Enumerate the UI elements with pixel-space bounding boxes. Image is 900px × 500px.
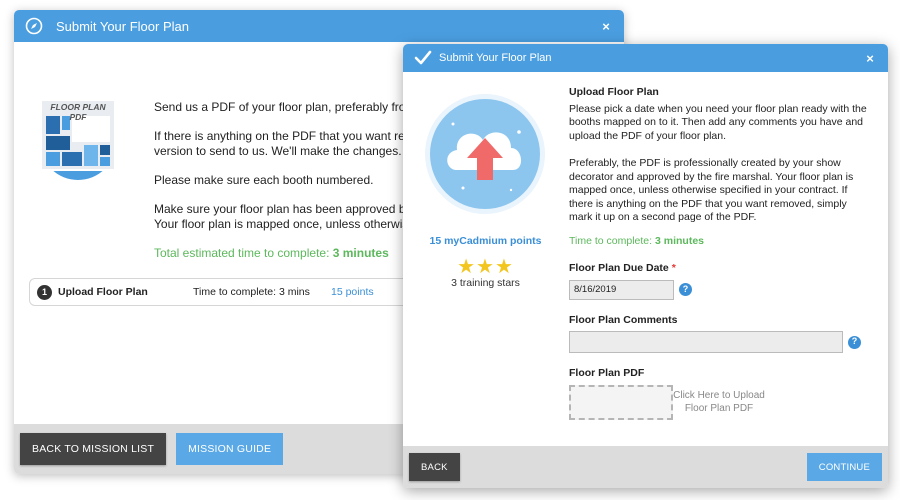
upload-dialog-footer: BACK CONTINUE: [403, 446, 888, 488]
mission-row[interactable]: 1 Upload Floor Plan Time to complete: 3 …: [29, 278, 429, 306]
cloud-upload-illustration: [423, 92, 547, 216]
training-stars-icon: ★★★: [457, 256, 514, 278]
comments-field[interactable]: [569, 331, 843, 353]
mission-guide-button[interactable]: MISSION GUIDE: [176, 433, 284, 465]
pdf-label: Floor Plan PDF: [569, 367, 645, 379]
compass-icon: [24, 16, 44, 36]
comments-label: Floor Plan Comments: [569, 313, 678, 326]
back-to-mission-list-button[interactable]: BACK TO MISSION LIST: [20, 433, 167, 465]
upload-dialog-titlebar: Submit Your Floor Plan ×: [403, 44, 888, 72]
due-date-label: Floor Plan Due Date *: [569, 262, 676, 274]
back-dialog-titlebar: Submit Your Floor Plan ×: [14, 10, 624, 42]
close-icon[interactable]: ×: [862, 51, 878, 66]
upload-row: Click Here to Upload Floor Plan PDF: [569, 384, 869, 420]
continue-button[interactable]: CONTINUE: [806, 453, 882, 481]
mission-points: 15 points: [331, 286, 374, 298]
illustration-label: FLOOR PLAN PDF: [50, 102, 106, 122]
upload-dialog-title: Submit Your Floor Plan: [439, 52, 552, 64]
required-indicator: *: [671, 262, 676, 274]
training-stars-label: 3 training stars: [451, 277, 520, 289]
mission-number: 1: [37, 284, 52, 300]
pdf-drop-zone[interactable]: [569, 384, 673, 420]
mission-name: Upload Floor Plan: [58, 286, 148, 298]
upload-form: Upload Floor Plan Please pick a date whe…: [569, 86, 869, 420]
checkmark-icon: [413, 48, 433, 68]
instructions-paragraph: Please pick a date when you need your fl…: [569, 102, 867, 142]
upload-dialog: Submit Your Floor Plan × 15 myCadmium po…: [403, 44, 888, 488]
instructions-paragraph: Preferably, the PDF is professionally cr…: [569, 157, 854, 223]
help-icon[interactable]: ?: [848, 335, 861, 349]
back-dialog-title: Submit Your Floor Plan: [56, 18, 189, 34]
due-date-field[interactable]: [569, 279, 674, 300]
due-date-row: ?: [569, 279, 869, 300]
floor-plan-illustration: FLOOR PLAN PDF: [34, 90, 122, 182]
time-to-complete-value: 3 minutes: [654, 234, 704, 247]
points-label: 15 myCadmium points: [429, 235, 542, 247]
total-time-value: 3 minutes: [332, 246, 389, 260]
back-button[interactable]: BACK: [409, 453, 460, 481]
section-heading: Upload Floor Plan: [569, 86, 659, 98]
help-icon[interactable]: ?: [679, 283, 692, 296]
time-to-complete: Time to complete: 3 minutes: [569, 234, 704, 247]
mission-time: Time to complete: 3 mins: [193, 286, 310, 298]
close-icon[interactable]: ×: [598, 19, 614, 34]
comments-row: ?: [569, 331, 869, 353]
upload-link[interactable]: Click Here to Upload Floor Plan PDF: [669, 389, 769, 415]
